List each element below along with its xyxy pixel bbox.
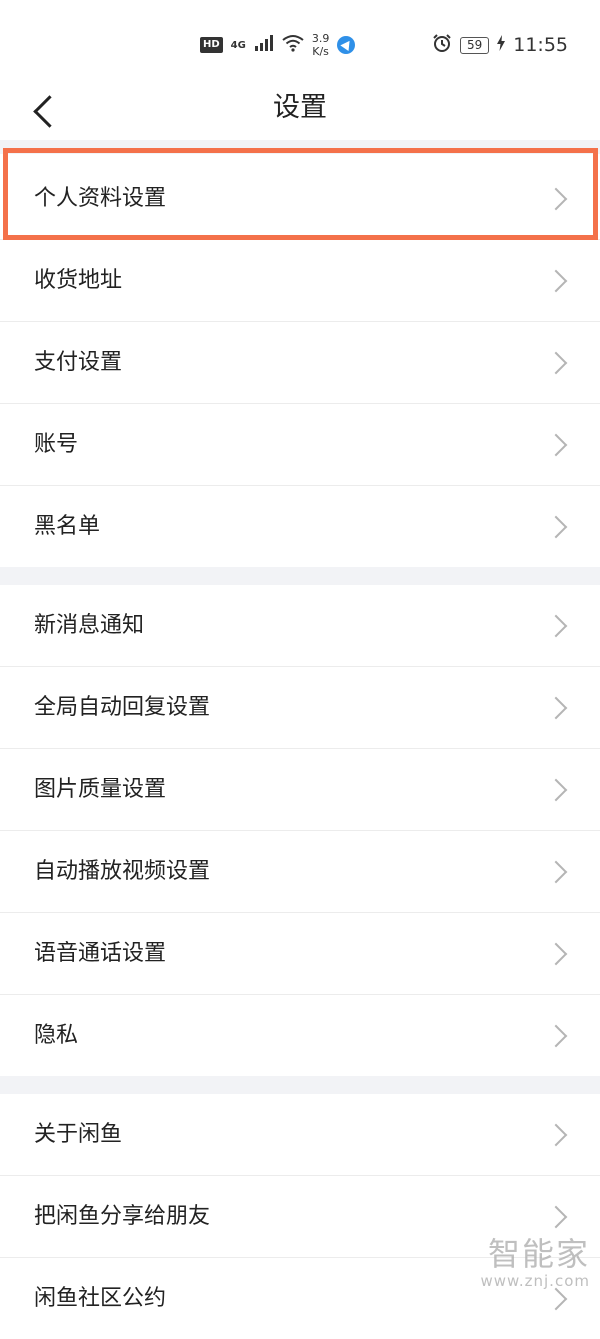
settings-item-label: 个人资料设置 (34, 186, 167, 211)
settings-item-autoplay-video[interactable]: 自动播放视频设置 (0, 831, 600, 913)
settings-item-notifications[interactable]: 新消息通知 (0, 585, 600, 667)
settings-item-label: 新消息通知 (34, 613, 145, 638)
settings-item-label: 账号 (34, 432, 79, 457)
battery-indicator: 59 (459, 36, 490, 54)
wifi-icon (282, 34, 304, 56)
chevron-right-icon (544, 942, 568, 966)
settings-item-privacy[interactable]: 隐私 (0, 995, 600, 1076)
signal-icon (254, 35, 274, 55)
settings-item-blacklist[interactable]: 黑名单 (0, 486, 600, 567)
settings-group-about: 关于闲鱼 把闲鱼分享给朋友 闲鱼社区公约 (0, 1094, 600, 1339)
chevron-right-icon (544, 696, 568, 720)
chevron-right-icon (544, 515, 568, 539)
page-title: 设置 (273, 92, 327, 123)
settings-item-label: 图片质量设置 (34, 777, 167, 802)
settings-item-label: 闲鱼社区公约 (34, 1286, 167, 1311)
speed-unit: K/s (312, 45, 329, 58)
network-speed: 3.9 K/s (312, 32, 330, 58)
settings-group-preferences: 新消息通知 全局自动回复设置 图片质量设置 自动播放视频设置 语音通话设置 隐私 (0, 585, 600, 1076)
settings-item-label: 收货地址 (34, 268, 123, 293)
section-separator (0, 1076, 600, 1094)
location-icon (337, 36, 356, 54)
chevron-right-icon (544, 614, 568, 638)
settings-item-payment[interactable]: 支付设置 (0, 322, 600, 404)
settings-item-address[interactable]: 收货地址 (0, 240, 600, 322)
clock: 11:55 (513, 34, 568, 56)
chevron-right-icon (544, 860, 568, 884)
charging-icon (497, 34, 506, 56)
chevron-right-icon (544, 269, 568, 293)
settings-item-label: 自动播放视频设置 (34, 859, 211, 884)
settings-item-account[interactable]: 账号 (0, 404, 600, 486)
chevron-right-icon (544, 1287, 568, 1311)
chevron-right-icon (544, 778, 568, 802)
settings-item-about[interactable]: 关于闲鱼 (0, 1094, 600, 1176)
settings-item-label: 把闲鱼分享给朋友 (34, 1204, 211, 1229)
section-separator (0, 567, 600, 585)
chevron-right-icon (544, 187, 568, 211)
settings-item-label: 语音通话设置 (34, 941, 167, 966)
settings-item-label: 关于闲鱼 (34, 1122, 123, 1147)
chevron-right-icon (544, 1205, 568, 1229)
settings-item-label: 隐私 (34, 1023, 79, 1048)
settings-item-label: 黑名单 (34, 514, 101, 539)
settings-item-label: 支付设置 (34, 350, 123, 375)
speed-value: 3.9 (311, 32, 330, 45)
settings-group-account: 个人资料设置 收货地址 支付设置 账号 黑名单 (0, 158, 600, 567)
chevron-right-icon (544, 351, 568, 375)
chevron-right-icon (544, 1024, 568, 1048)
alarm-icon (432, 33, 452, 58)
settings-item-profile[interactable]: 个人资料设置 (0, 158, 600, 240)
section-separator (0, 140, 600, 154)
status-bar: HD 4G 3.9 K/s 59 11:55 (0, 0, 600, 88)
status-left: HD 4G 3.9 K/s (200, 30, 356, 60)
chevron-right-icon (544, 1123, 568, 1147)
settings-item-voice-call[interactable]: 语音通话设置 (0, 913, 600, 995)
settings-item-image-quality[interactable]: 图片质量设置 (0, 749, 600, 831)
chevron-right-icon (544, 433, 568, 457)
watermark-name: 智能家 (487, 1235, 590, 1273)
settings-item-auto-reply[interactable]: 全局自动回复设置 (0, 667, 600, 749)
settings-item-label: 全局自动回复设置 (34, 695, 211, 720)
watermark: 智能家 www.znj.com (480, 1236, 590, 1290)
network-type: 4G (230, 39, 246, 51)
nav-bar: 设置 (0, 88, 600, 140)
status-right: 59 11:55 (432, 32, 568, 58)
hd-badge: HD (200, 37, 223, 53)
watermark-url: www.znj.com (480, 1272, 590, 1290)
